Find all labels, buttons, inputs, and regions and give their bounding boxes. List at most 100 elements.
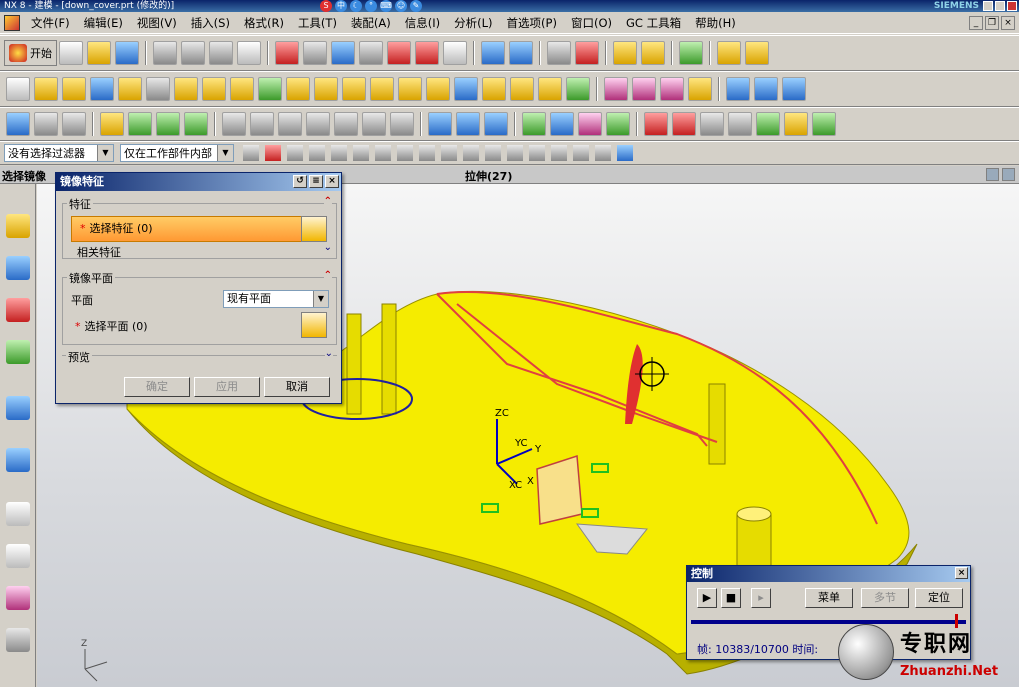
menu-button[interactable]: 菜单: [805, 588, 853, 608]
ime-moon-icon[interactable]: ☾: [350, 0, 362, 12]
constraint-navigator-tab-icon[interactable]: [6, 256, 30, 280]
offset-region-icon[interactable]: [632, 77, 656, 101]
rewind-icon[interactable]: [644, 112, 668, 136]
control-point-icon[interactable]: [463, 145, 479, 161]
clip-view-icon[interactable]: [415, 41, 439, 65]
menu-assemblies[interactable]: 装配(A): [344, 15, 398, 31]
type-filter-select[interactable]: 没有选择过滤器 ▼: [4, 144, 114, 162]
constraint-icon[interactable]: [128, 112, 152, 136]
collapse-up-icon[interactable]: ⌃: [323, 196, 332, 207]
datum-csys-icon[interactable]: [258, 77, 282, 101]
thicken-icon[interactable]: [538, 77, 562, 101]
stack-icon[interactable]: [428, 112, 452, 136]
fast-forward-icon[interactable]: [728, 112, 752, 136]
section-cube-icon[interactable]: [387, 41, 411, 65]
mirror-feature-icon[interactable]: [482, 77, 506, 101]
dialog-title-bar[interactable]: 镜像特征 ↺ ≡ ×: [56, 173, 341, 191]
menu-analysis[interactable]: 分析(L): [447, 15, 499, 31]
spring-icon[interactable]: [456, 112, 480, 136]
delete-face-icon[interactable]: [688, 77, 712, 101]
menu-preferences[interactable]: 首选项(P): [500, 15, 564, 31]
close-icon[interactable]: [1007, 1, 1017, 11]
close-icon[interactable]: ×: [325, 175, 339, 188]
edit-object-display-icon[interactable]: [613, 41, 637, 65]
menu-file[interactable]: 文件(F): [24, 15, 77, 31]
draft-icon[interactable]: [398, 77, 422, 101]
check-icon[interactable]: [522, 112, 546, 136]
step-back-icon[interactable]: [672, 112, 696, 136]
menu-format[interactable]: 格式(R): [237, 15, 291, 31]
joint-icon[interactable]: [484, 112, 508, 136]
select-edge-icon[interactable]: [353, 145, 369, 161]
motion-axis-icon[interactable]: [606, 112, 630, 136]
end-point-icon[interactable]: [419, 145, 435, 161]
arc-center-icon[interactable]: [507, 145, 523, 161]
move-face-icon[interactable]: [604, 77, 628, 101]
replace-face-icon[interactable]: [660, 77, 684, 101]
block-icon[interactable]: [90, 77, 114, 101]
new-file-icon[interactable]: [59, 41, 83, 65]
ime-user-icon[interactable]: ☺: [395, 0, 407, 12]
deviation-icon[interactable]: [390, 112, 414, 136]
history-tab-icon[interactable]: [6, 448, 30, 472]
open-folder-icon[interactable]: [87, 41, 111, 65]
new-component-icon[interactable]: [62, 112, 86, 136]
layer-settings-icon[interactable]: [547, 41, 571, 65]
menu-tools[interactable]: 工具(T): [291, 15, 344, 31]
select-feature-icon[interactable]: [287, 145, 303, 161]
pattern-icon[interactable]: [454, 77, 478, 101]
through-curves-icon[interactable]: [566, 77, 590, 101]
select-body-icon[interactable]: [309, 145, 325, 161]
show-hide-icon[interactable]: [641, 41, 665, 65]
cancel-button[interactable]: 取消: [264, 377, 330, 397]
point-on-face-icon[interactable]: [595, 145, 611, 161]
palette-tab-icon[interactable]: [6, 586, 30, 610]
doc-restore-icon[interactable]: ❐: [985, 15, 999, 30]
ok-button[interactable]: 确定: [124, 377, 190, 397]
doc-close-icon[interactable]: ×: [1001, 15, 1015, 30]
menu-information[interactable]: 信息(I): [398, 15, 447, 31]
full-screen-icon[interactable]: [1002, 168, 1015, 181]
record-icon[interactable]: [756, 112, 780, 136]
swept-icon[interactable]: [782, 77, 806, 101]
clock-tab-icon[interactable]: [6, 502, 30, 526]
feature-select-icon[interactable]: [301, 216, 327, 242]
start-button[interactable]: 开始: [4, 40, 57, 66]
locate-button[interactable]: 定位: [915, 588, 963, 608]
extrude-icon[interactable]: [34, 77, 58, 101]
point-on-curve-icon[interactable]: [573, 145, 589, 161]
stop-icon[interactable]: ■: [721, 588, 741, 608]
step-button[interactable]: 多节: [861, 588, 909, 608]
fit-view-icon[interactable]: [275, 41, 299, 65]
curve-analysis-icon[interactable]: [222, 112, 246, 136]
g2-continuity-icon[interactable]: [334, 112, 358, 136]
datum-plane-icon[interactable]: [230, 77, 254, 101]
pocket-icon[interactable]: [174, 77, 198, 101]
offset-face-icon[interactable]: [510, 77, 534, 101]
snap-toggle-icon[interactable]: [265, 145, 281, 161]
measure-angle-icon[interactable]: [745, 41, 769, 65]
g0-continuity-icon[interactable]: [278, 112, 302, 136]
undo-icon[interactable]: [237, 41, 261, 65]
nx-app-icon[interactable]: [4, 14, 20, 31]
web-browser-tab-icon[interactable]: [6, 396, 30, 420]
select-feature-row[interactable]: * 选择特征 (0): [71, 216, 303, 242]
edge-display-icon[interactable]: [359, 41, 383, 65]
measure-distance-icon[interactable]: [717, 41, 741, 65]
doc-minimize-icon[interactable]: _: [969, 15, 983, 30]
filter-settings-icon[interactable]: [243, 145, 259, 161]
g1-continuity-icon[interactable]: [306, 112, 330, 136]
assembly-navigator-icon[interactable]: [6, 112, 30, 136]
existing-point-icon[interactable]: [551, 145, 567, 161]
related-features-label[interactable]: 相关特征: [77, 244, 121, 260]
add-component-icon[interactable]: [34, 112, 58, 136]
surface-studio-icon[interactable]: [726, 77, 750, 101]
expand-down-icon[interactable]: ⌄: [324, 242, 332, 253]
explode-icon[interactable]: [184, 112, 208, 136]
menu-help[interactable]: 帮助(H): [688, 15, 743, 31]
ime-keyboard-icon[interactable]: ⌨: [380, 0, 392, 12]
ime-s-icon[interactable]: S: [320, 0, 332, 12]
reset-icon[interactable]: ↺: [293, 175, 307, 188]
select-face-icon[interactable]: [331, 145, 347, 161]
plane-select-icon[interactable]: [301, 312, 327, 338]
